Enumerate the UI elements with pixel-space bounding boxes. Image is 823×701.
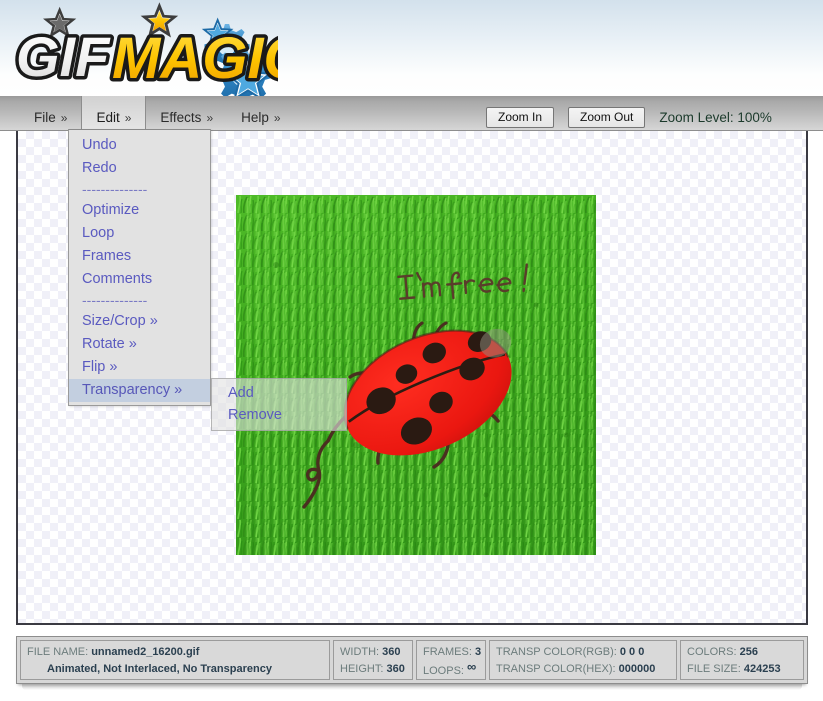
transparency-submenu: Add Remove <box>211 378 347 431</box>
chevron-right-icon: » <box>124 110 132 125</box>
svg-text:GIF: GIF <box>16 25 111 88</box>
menu-item-edit-label: Edit <box>96 110 120 125</box>
status-transp-hex-label: TRANSP COLOR(HEX): <box>496 663 616 675</box>
chevron-right-icon: » <box>273 110 281 125</box>
edit-menu-size-crop[interactable]: Size/Crop » <box>69 310 210 333</box>
status-frames-label: FRAMES: <box>423 646 472 658</box>
status-transp-hex: TRANSP COLOR(HEX): 000000 <box>496 661 670 678</box>
edit-menu-optimize[interactable]: Optimize <box>69 199 210 222</box>
edit-menu-separator-2: -------------- <box>82 292 148 308</box>
status-height: HEIGHT: 360 <box>340 661 406 678</box>
chevron-right-icon: » <box>206 110 214 125</box>
menu-item-effects[interactable]: Effects » <box>146 96 227 131</box>
status-loops-value: ∞ <box>467 659 477 674</box>
chevron-right-icon: » <box>60 110 68 125</box>
menu-item-edit[interactable]: Edit » <box>81 96 147 131</box>
header-band: GIF GIF MAGIC MAGIC <box>0 0 823 100</box>
status-colors-cell: COLORS: 256 FILE SIZE: 424253 <box>680 640 804 680</box>
menu-items: File » Edit » Effects » Help » <box>20 96 295 131</box>
menu-item-effects-label: Effects <box>160 110 202 125</box>
status-height-label: HEIGHT: <box>340 663 384 675</box>
edit-menu-transparency[interactable]: Transparency » <box>69 379 210 402</box>
status-loops-label: LOOPS: <box>423 665 464 677</box>
status-width: WIDTH: 360 <box>340 644 406 661</box>
status-file-size-label: FILE SIZE: <box>687 663 741 675</box>
submenu-item-add[interactable]: Add <box>212 382 346 404</box>
edit-menu-separator-1: -------------- <box>82 181 148 197</box>
status-file-cell: FILE NAME: unnamed2_16200.gif Animated, … <box>20 640 330 680</box>
status-file-size-value: 424253 <box>743 663 781 675</box>
status-width-value: 360 <box>382 646 401 658</box>
status-width-label: WIDTH: <box>340 646 380 658</box>
status-frames-value: 3 <box>474 646 482 658</box>
status-file-name-label: FILE NAME: <box>27 646 89 658</box>
edit-dropdown-menu: Undo Redo -------------- Optimize Loop F… <box>68 129 211 406</box>
status-loops: LOOPS: ∞ <box>423 659 479 680</box>
menu-bar: File » Edit » Effects » Help » Zoom In Z… <box>0 96 823 131</box>
status-colors-value: 256 <box>739 646 758 658</box>
status-height-value: 360 <box>386 663 405 675</box>
status-dimensions-cell: WIDTH: 360 HEIGHT: 360 <box>333 640 413 680</box>
status-colors-label: COLORS: <box>687 646 737 658</box>
status-colors: COLORS: 256 <box>687 644 797 661</box>
menu-item-file-label: File <box>34 110 56 125</box>
status-file-attributes: Animated, Not Interlaced, No Transparenc… <box>47 663 272 675</box>
status-bar: FILE NAME: unnamed2_16200.gif Animated, … <box>16 636 808 684</box>
status-transp-rgb-value: 0 0 0 <box>619 646 645 658</box>
zoom-in-button[interactable]: Zoom In <box>486 107 555 128</box>
edit-menu-comments[interactable]: Comments <box>69 268 210 291</box>
menu-item-file[interactable]: File » <box>20 96 81 131</box>
zoom-out-button[interactable]: Zoom Out <box>568 107 646 128</box>
status-transp-rgb: TRANSP COLOR(RGB): 0 0 0 <box>496 644 670 661</box>
status-transparency-cell: TRANSP COLOR(RGB): 0 0 0 TRANSP COLOR(HE… <box>489 640 677 680</box>
edit-menu-rotate[interactable]: Rotate » <box>69 333 210 356</box>
status-file-name-value: unnamed2_16200.gif <box>91 646 200 658</box>
edit-menu-redo[interactable]: Redo <box>69 157 210 180</box>
zoom-level-label: Zoom Level: 100% <box>659 110 772 125</box>
status-frames-cell: FRAMES: 3 LOOPS: ∞ <box>416 640 486 680</box>
edit-menu-flip[interactable]: Flip » <box>69 356 210 379</box>
gifmagic-app: GIF GIF MAGIC MAGIC File » Edit » Effect… <box>0 0 823 701</box>
app-logo: GIF GIF MAGIC MAGIC <box>8 2 278 100</box>
status-transp-rgb-label: TRANSP COLOR(RGB): <box>496 646 617 658</box>
status-transp-hex-value: 000000 <box>618 663 656 675</box>
status-file-name: FILE NAME: unnamed2_16200.gif <box>27 644 323 661</box>
edit-menu-loop[interactable]: Loop <box>69 222 210 245</box>
edit-menu-frames[interactable]: Frames <box>69 245 210 268</box>
gif-preview-image[interactable] <box>236 195 596 555</box>
menu-item-help-label: Help <box>241 110 269 125</box>
svg-text:MAGIC: MAGIC <box>112 26 278 91</box>
edit-menu-undo[interactable]: Undo <box>69 134 210 157</box>
status-file-size: FILE SIZE: 424253 <box>687 661 797 678</box>
menu-item-help[interactable]: Help » <box>227 96 294 131</box>
zoom-controls: Zoom In Zoom Out Zoom Level: 100% <box>486 96 772 131</box>
submenu-item-remove[interactable]: Remove <box>212 404 346 426</box>
status-bar-shadow <box>22 684 802 690</box>
